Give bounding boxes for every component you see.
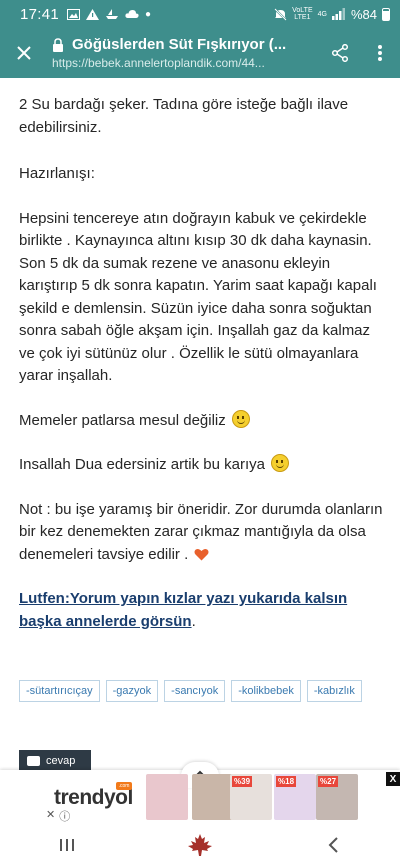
tag-item[interactable]: -gazyok: [105, 680, 159, 702]
ad-close-button[interactable]: X: [386, 772, 400, 786]
tag-item[interactable]: -kolikbebek: [231, 680, 301, 702]
memeler-text: Memeler patlarsa mesul değiliz: [19, 411, 226, 429]
note-line: Not : bu işe yaramış bir öneridir. Zor d…: [19, 499, 384, 567]
more-vert-icon[interactable]: [360, 28, 400, 78]
ad-discount: %39: [232, 776, 253, 787]
status-notification-icons: ●: [67, 8, 152, 20]
network-volte: VoLTE LTE1: [292, 7, 313, 21]
reply-button-label: cevap: [46, 755, 76, 767]
smiley-icon: [270, 454, 289, 472]
maple-leaf-icon[interactable]: [170, 824, 230, 866]
smiley-icon: [231, 409, 250, 428]
dua-line: Insallah Dua edersiniz artik bu karıya: [19, 454, 384, 477]
boat-icon: [106, 8, 119, 19]
ad-product-thumb: [192, 774, 234, 820]
preparation-heading: Hazırlanışı:: [19, 165, 95, 182]
chat-bubble-icon: [27, 756, 40, 766]
status-right: VoLTE LTE1 4G %84: [274, 7, 390, 22]
battery-percent: %84: [350, 6, 377, 22]
info-icon[interactable]: ⓘ: [59, 808, 70, 824]
ad-close-icon[interactable]: ✕: [46, 808, 55, 824]
battery-icon: [382, 7, 390, 21]
ad-product-thumb: [146, 774, 188, 820]
lock-icon: [53, 37, 63, 52]
status-bar: 17:41 ● VoLTE LTE1 4G %84: [0, 0, 400, 28]
tag-item[interactable]: -kabızlık: [306, 680, 362, 702]
ad-banner[interactable]: X trendyol .com ✕ ⓘ %39 %18 %27: [0, 762, 400, 824]
dot-icon: ●: [145, 8, 152, 20]
tag-item[interactable]: -sütartırıcıçay: [19, 680, 100, 702]
ad-discount: %27: [318, 776, 339, 787]
page-url[interactable]: https://bebek.annelertoplandik.com/44...: [52, 56, 282, 70]
status-time: 17:41: [20, 5, 60, 23]
signal-icon: [331, 8, 345, 20]
back-icon[interactable]: [303, 824, 363, 866]
close-icon[interactable]: [0, 28, 48, 78]
ad-discount: %18: [276, 776, 297, 787]
tag-item[interactable]: -sancıyok: [164, 680, 226, 702]
browser-toolbar: Göğüslerden Süt Fışkırıyor (... https://…: [0, 28, 400, 78]
alert-icon: [86, 8, 100, 20]
recents-icon[interactable]: [37, 824, 97, 866]
dua-text: Insallah Dua edersiniz artik bu karıya: [19, 456, 265, 473]
heart-icon: [194, 548, 209, 560]
ad-brand-badge: .com: [116, 782, 132, 790]
network-type: 4G: [317, 10, 327, 18]
memeler-line: Memeler patlarsa mesul değiliz: [19, 409, 384, 433]
preparation-text: Hepsini tencereye atın doğrayın kabuk ve…: [19, 209, 377, 385]
page-title: Göğüslerden Süt Fışkırıyor (...: [72, 36, 287, 53]
cta-suffix: .: [191, 612, 196, 630]
ad-info: ✕ ⓘ: [46, 808, 70, 824]
tag-list: -sütartırıcıçay -gazyok -sancıyok -kolik…: [19, 680, 384, 702]
cta-line: Lutfen:Yorum yapın kızlar yazı yukarıda …: [19, 588, 384, 633]
reply-button[interactable]: cevap: [19, 750, 91, 772]
cloud-icon: [125, 10, 139, 18]
system-nav-bar: [0, 824, 400, 866]
image-icon: [67, 8, 81, 20]
mute-icon: [274, 7, 287, 21]
post-content: 2 Su bardağı şeker. Tadına göre isteğe b…: [19, 94, 384, 655]
cta-link[interactable]: Lutfen:Yorum yapın kızlar yazı yukarıda …: [19, 590, 347, 630]
ingredient-line: 2 Su bardağı şeker. Tadına göre isteğe b…: [19, 96, 349, 136]
share-icon[interactable]: [320, 28, 360, 78]
page-title-area: Göğüslerden Süt Fışkırıyor (... https://…: [48, 36, 320, 70]
